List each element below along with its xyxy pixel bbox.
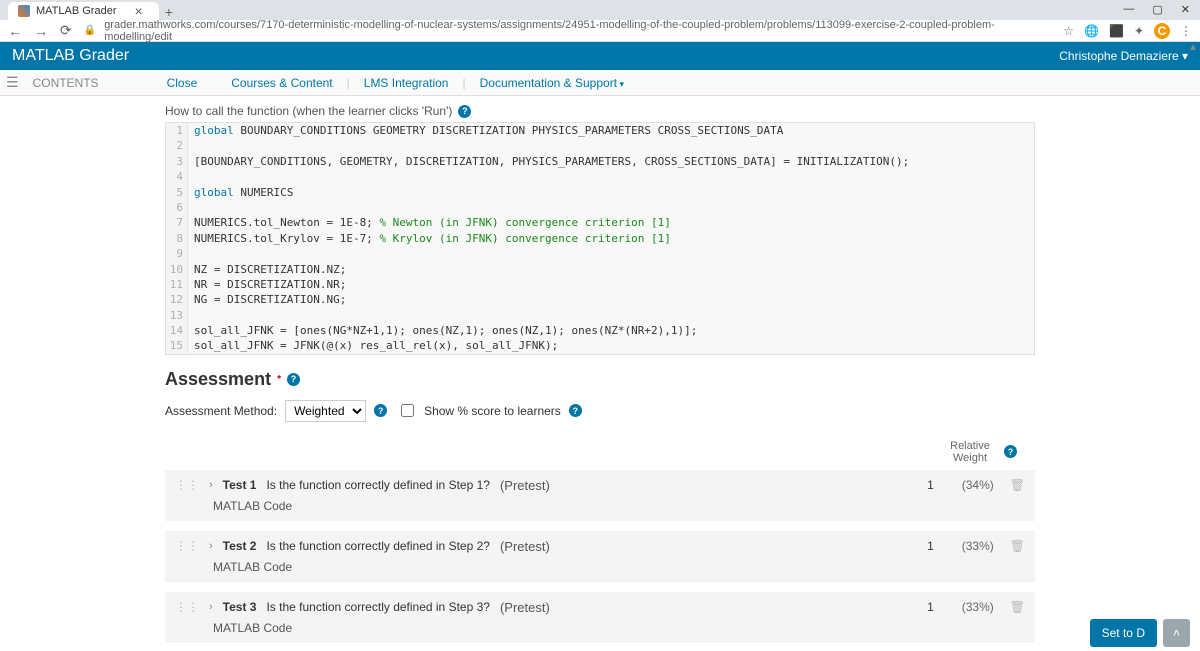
close-panel-link[interactable]: Close [167, 76, 198, 90]
hamburger-icon[interactable]: ☰ [6, 74, 19, 91]
assessment-method-row: Assessment Method: Weighted ? Show % sco… [165, 400, 1035, 422]
test-description: Is the function correctly defined in Ste… [266, 539, 489, 553]
back-button[interactable]: ← [8, 23, 22, 39]
test-subtype: MATLAB Code [213, 621, 1025, 635]
help-icon[interactable]: ? [287, 373, 300, 386]
method-select[interactable]: Weighted [285, 400, 366, 422]
courses-content-link[interactable]: Courses & Content [231, 76, 332, 90]
chevron-right-icon[interactable]: › [209, 479, 213, 491]
weight-value: 1 [894, 539, 934, 553]
call-function-label: How to call the function (when the learn… [165, 104, 1035, 118]
forward-button[interactable]: → [34, 23, 48, 39]
tab-title: MATLAB Grader [36, 5, 117, 17]
weight-percent: (33%) [944, 600, 994, 614]
trash-icon[interactable]: 🗑 [1010, 539, 1025, 553]
drag-handle-icon[interactable]: ⋮⋮ [175, 478, 199, 492]
test-name: Test 1 [223, 478, 257, 492]
contents-label[interactable]: CONTENTS [33, 76, 99, 90]
close-icon[interactable]: ✕ [1181, 3, 1190, 16]
browser-toolbar: ← → ⟳ 🔒 grader.mathworks.com/courses/717… [0, 20, 1200, 42]
pretest-tag: (Pretest) [500, 478, 550, 493]
test-subtype: MATLAB Code [213, 499, 1025, 513]
trash-icon[interactable]: 🗑 [1010, 600, 1025, 614]
tab-close-icon[interactable]: × [129, 3, 149, 19]
toolbar-icons: ☆ 🌐 ⬛ ✦ C ⋮ [1063, 23, 1192, 39]
test-row: ⋮⋮ › Test 2 Is the function correctly de… [165, 531, 1035, 582]
test-description: Is the function correctly defined in Ste… [266, 478, 489, 492]
show-pct-label: Show % score to learners [424, 404, 561, 418]
browser-tab-strip: MATLAB Grader × + [0, 0, 1200, 20]
test-subtype: MATLAB Code [213, 560, 1025, 574]
help-icon[interactable]: ? [374, 404, 387, 417]
collapse-button[interactable]: ˄ [1163, 619, 1190, 647]
method-label: Assessment Method: [165, 404, 277, 418]
test-description: Is the function correctly defined in Ste… [266, 600, 489, 614]
reload-button[interactable]: ⟳ [60, 22, 72, 39]
trash-icon[interactable]: 🗑 [1010, 478, 1025, 492]
test-name: Test 2 [223, 539, 257, 553]
help-icon[interactable]: ? [458, 105, 471, 118]
lms-integration-link[interactable]: LMS Integration [364, 76, 449, 90]
extensions-icon[interactable]: ✦ [1134, 24, 1144, 38]
scroll-up-icon[interactable]: ▲ [1188, 42, 1198, 53]
minimize-icon[interactable]: — [1123, 3, 1134, 16]
assessment-heading: Assessment* ? [165, 369, 1035, 390]
help-icon[interactable]: ? [1004, 445, 1017, 458]
weight-percent: (33%) [944, 539, 994, 553]
pretest-tag: (Pretest) [500, 600, 550, 615]
translate-icon[interactable]: 🌐 [1084, 24, 1099, 38]
matlab-icon [18, 5, 30, 17]
star-icon[interactable]: ☆ [1063, 24, 1074, 38]
sub-nav: ☰ CONTENTS Close Courses & Content | LMS… [0, 70, 1200, 96]
browser-tab[interactable]: MATLAB Grader × [8, 2, 159, 20]
drag-handle-icon[interactable]: ⋮⋮ [175, 600, 199, 614]
app-title: MATLAB Grader [12, 47, 129, 65]
chevron-right-icon[interactable]: › [209, 601, 213, 613]
bottom-right-actions: Set to D ˄ [1090, 619, 1190, 647]
user-menu[interactable]: Christophe Demaziere ▾ [1059, 49, 1188, 63]
maximize-icon[interactable]: ▢ [1152, 3, 1162, 16]
weight-value: 1 [894, 478, 934, 492]
docs-support-dropdown[interactable]: Documentation & Support [480, 76, 624, 90]
code-editor[interactable]: 1global BOUNDARY_CONDITIONS GEOMETRY DIS… [165, 122, 1035, 355]
weight-header: Relative Weight ? [165, 440, 1035, 464]
test-name: Test 3 [223, 600, 257, 614]
weight-percent: (34%) [944, 478, 994, 492]
show-pct-checkbox[interactable] [401, 404, 414, 417]
pdf-icon[interactable]: ⬛ [1109, 24, 1124, 38]
window-controls: — ▢ ✕ [1113, 0, 1200, 19]
drag-handle-icon[interactable]: ⋮⋮ [175, 539, 199, 553]
app-header: MATLAB Grader Christophe Demaziere ▾ [0, 42, 1200, 70]
test-row: ⋮⋮ › Test 3 Is the function correctly de… [165, 592, 1035, 643]
set-draft-button[interactable]: Set to D [1090, 619, 1157, 647]
address-bar[interactable]: 🔒 grader.mathworks.com/courses/7170-dete… [84, 19, 1052, 43]
profile-avatar[interactable]: C [1154, 23, 1170, 39]
test-row: ⋮⋮ › Test 1 Is the function correctly de… [165, 470, 1035, 521]
lock-icon: 🔒 [84, 25, 96, 36]
pretest-tag: (Pretest) [500, 539, 550, 554]
url-text: grader.mathworks.com/courses/7170-determ… [104, 19, 1051, 43]
menu-icon[interactable]: ⋮ [1180, 24, 1192, 38]
chevron-right-icon[interactable]: › [209, 540, 213, 552]
tests-list: ⋮⋮ › Test 1 Is the function correctly de… [165, 470, 1035, 643]
help-icon[interactable]: ? [569, 404, 582, 417]
main-content: How to call the function (when the learn… [0, 96, 1200, 651]
weight-value: 1 [894, 600, 934, 614]
